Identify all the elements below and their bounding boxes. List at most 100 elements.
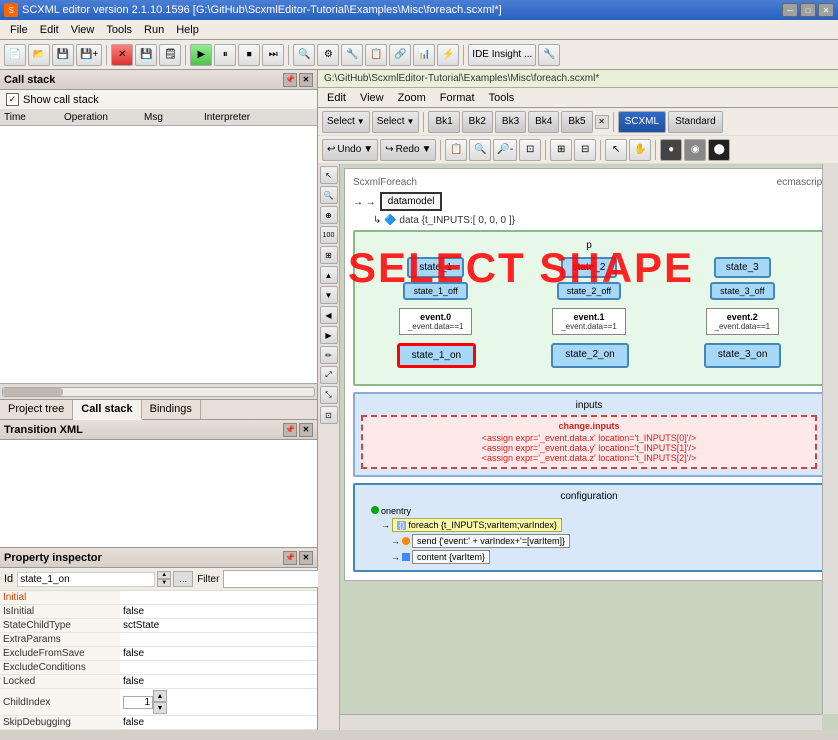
state-2-on-box[interactable]: state_2_on [551, 343, 629, 368]
state-3-on-box[interactable]: state_3_on [704, 343, 782, 368]
panel-pin-button[interactable]: 📌 [283, 73, 297, 87]
redo-button[interactable]: ↪ Redo ▼ [380, 139, 436, 161]
state-1-box[interactable]: state_1 [407, 257, 464, 278]
childindex-input[interactable] [123, 696, 153, 709]
foreach-box[interactable]: {} foreach {t_INPUTS;varItem;varIndex} [392, 518, 562, 532]
canvas-vscroll[interactable] [822, 164, 838, 714]
prop-value-excludefromsave[interactable]: false [120, 647, 317, 661]
tool4-button[interactable]: 📋 [365, 44, 387, 66]
canvas-content[interactable]: ScxmlForeach ecmascript → → datamodel ↳ … [340, 164, 838, 730]
search-button[interactable]: 🔍 [469, 139, 491, 161]
stop2-button[interactable]: ⏹ [238, 44, 260, 66]
prop-value-extraparams[interactable] [120, 633, 317, 647]
run-button[interactable]: ▶ [190, 44, 212, 66]
childindex-up[interactable]: ▲ [153, 690, 167, 702]
editor-menu-tools[interactable]: Tools [484, 91, 520, 105]
copy-button[interactable]: 📋 [445, 139, 467, 161]
gray-circle-button[interactable]: ◉ [684, 139, 706, 161]
align-button[interactable]: ⊞ [550, 139, 572, 161]
panel-close-button[interactable]: ✕ [299, 73, 313, 87]
canvas-tool-shrink[interactable]: ⤡ [320, 386, 338, 404]
minimize-button[interactable]: ─ [782, 3, 798, 17]
childindex-down[interactable]: ▼ [153, 702, 167, 714]
standard-tab-button[interactable]: Standard [668, 111, 723, 133]
save2-button[interactable]: 💾 [135, 44, 157, 66]
save3-button[interactable]: 🗒 [159, 44, 181, 66]
tool5-button[interactable]: 🔗 [389, 44, 411, 66]
new-button[interactable]: 📄 [4, 44, 26, 66]
prop-value-skipdebugging[interactable]: false [120, 716, 317, 730]
tool2-button[interactable]: ⚙ [317, 44, 339, 66]
state-3-off-box[interactable]: state_3_off [710, 282, 774, 300]
canvas-tool-100[interactable]: 100 [320, 226, 338, 244]
editor-menu-edit[interactable]: Edit [322, 91, 351, 105]
prop-value-locked[interactable]: false [120, 675, 317, 689]
select-button-1[interactable]: Select ▼ [322, 111, 370, 133]
state-3-box[interactable]: state_3 [714, 257, 771, 278]
align2-button[interactable]: ⊟ [574, 139, 596, 161]
state-2-box[interactable]: state_2 [561, 257, 618, 278]
ide-tool-button[interactable]: 🔧 [538, 44, 560, 66]
transition-xml-pin[interactable]: 📌 [283, 423, 297, 437]
editor-menu-format[interactable]: Format [435, 91, 480, 105]
canvas-tool-grid[interactable]: ⊞ [320, 246, 338, 264]
content-box[interactable]: content {varItem} [412, 550, 490, 564]
bk3-button[interactable]: Bk3 [495, 111, 526, 133]
state-1-off-box[interactable]: state_1_off [403, 282, 467, 300]
canvas-tool-right[interactable]: ▶ [320, 326, 338, 344]
canvas-tool-pen[interactable]: ✏ [320, 346, 338, 364]
tab-close-button[interactable]: ✕ [595, 115, 609, 129]
undo-button[interactable]: ↩ Undo ▼ [322, 139, 378, 161]
canvas-tool-arrow[interactable]: ↖ [320, 166, 338, 184]
dark-circle-button[interactable]: ⬤ [708, 139, 730, 161]
state-2-off-box[interactable]: state_2_off [557, 282, 621, 300]
canvas-tool-up[interactable]: ▲ [320, 266, 338, 284]
canvas-tool-left[interactable]: ◀ [320, 306, 338, 324]
cursor-button[interactable]: ↖ [605, 139, 627, 161]
select-button-2[interactable]: Select ▼ [372, 111, 420, 133]
canvas-tool-zoom2[interactable]: ⊕ [320, 206, 338, 224]
editor-menu-zoom[interactable]: Zoom [393, 91, 431, 105]
zoom-out-button[interactable]: 🔎- [493, 139, 517, 161]
bk2-button[interactable]: Bk2 [462, 111, 493, 133]
bk1-button[interactable]: Bk1 [428, 111, 459, 133]
tab-project-tree[interactable]: Project tree [0, 400, 73, 419]
maximize-button[interactable]: □ [800, 3, 816, 17]
save-button[interactable]: 💾 [52, 44, 74, 66]
datamodel-box[interactable]: datamodel [380, 192, 443, 211]
prop-id-up[interactable]: ▲ [157, 571, 171, 579]
canvas-tool-center[interactable]: ⊡ [320, 406, 338, 424]
prop-value-initial[interactable] [120, 591, 317, 605]
hand-button[interactable]: ✋ [629, 139, 651, 161]
tab-bindings[interactable]: Bindings [142, 400, 201, 419]
menu-file[interactable]: File [4, 22, 34, 38]
tool7-button[interactable]: ⚡ [437, 44, 459, 66]
editor-menu-view[interactable]: View [355, 91, 389, 105]
send-box[interactable]: send {'event:' + varIndex+'=[varItem]} [412, 534, 570, 548]
canvas-tool-zoom[interactable]: 🔍 [320, 186, 338, 204]
zoom-fit-button[interactable]: ⊡ [519, 139, 541, 161]
state-1-on-box[interactable]: state_1_on [397, 343, 477, 368]
prop-more-button[interactable]: … [173, 571, 193, 587]
menu-edit[interactable]: Edit [34, 22, 65, 38]
prop-value-isinitial[interactable]: false [120, 605, 317, 619]
open-button[interactable]: 📂 [28, 44, 50, 66]
tab-call-stack[interactable]: Call stack [73, 400, 141, 420]
close-button[interactable]: ✕ [818, 3, 834, 17]
canvas-hscroll[interactable] [340, 714, 822, 730]
save-all-button[interactable]: 💾+ [76, 44, 102, 66]
black-circle-button[interactable]: ● [660, 139, 682, 161]
tool1-button[interactable]: 🔍 [293, 44, 315, 66]
step-button[interactable]: ⏭ [262, 44, 284, 66]
prop-value-statechildtype[interactable]: sctState [120, 619, 317, 633]
bk5-button[interactable]: Bk5 [561, 111, 592, 133]
menu-view[interactable]: View [65, 22, 101, 38]
canvas-tool-down[interactable]: ▼ [320, 286, 338, 304]
tool6-button[interactable]: 📊 [413, 44, 435, 66]
show-call-stack-checkbox[interactable] [6, 93, 19, 106]
prop-value-childindex[interactable]: ▲ ▼ [120, 689, 317, 716]
ide-insight-button[interactable]: IDE Insight ... [468, 44, 536, 66]
prop-value-excludeconditions[interactable] [120, 661, 317, 675]
transition-xml-close[interactable]: ✕ [299, 423, 313, 437]
prop-id-input[interactable] [17, 572, 155, 587]
